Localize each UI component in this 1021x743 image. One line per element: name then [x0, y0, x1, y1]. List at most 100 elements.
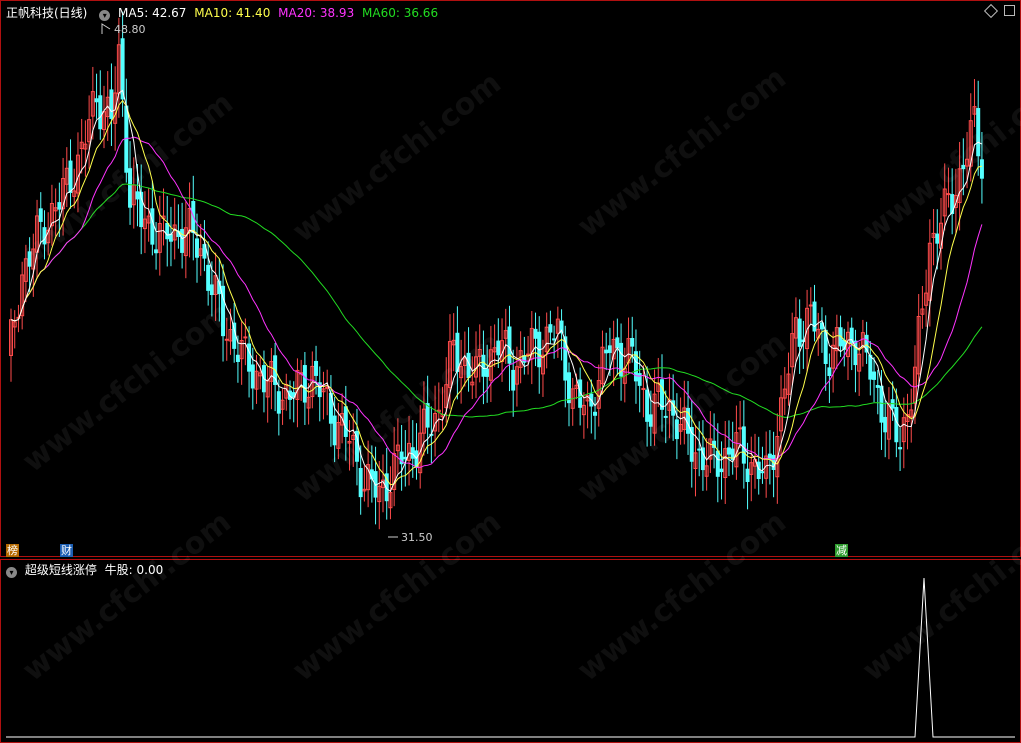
chevron-down-icon[interactable]: ▾ [6, 567, 17, 578]
candle-body [548, 324, 553, 333]
candle-body [976, 108, 981, 157]
candle-body [481, 354, 486, 377]
candle-body [94, 98, 99, 103]
candle-body [552, 338, 557, 341]
candle-body [883, 416, 888, 433]
candle-body [68, 160, 73, 193]
candle-body [738, 427, 743, 430]
indicator-chart[interactable] [0, 559, 1021, 743]
candle-body [455, 332, 460, 372]
candle-body [511, 369, 516, 391]
ma20-line [10, 136, 983, 469]
candle-body [243, 336, 248, 339]
candle-body [150, 208, 155, 245]
candle-body [648, 414, 653, 427]
candle-body [872, 371, 877, 380]
candle-body [645, 389, 650, 422]
candle-body [674, 419, 679, 440]
candle-body [38, 208, 43, 222]
candle-body [209, 284, 214, 296]
candle-body [250, 364, 255, 389]
finance-tag[interactable]: 财 [60, 544, 73, 557]
indicator-value: 牛股: 0.00 [104, 563, 164, 577]
candle-body [235, 354, 240, 362]
candle-body [935, 233, 940, 244]
candle-body [719, 468, 724, 473]
rank-tag[interactable]: 榜 [6, 544, 19, 557]
candle-body [607, 345, 612, 353]
indicator-line [6, 577, 1015, 738]
candle-body [879, 385, 884, 423]
ma60-label: MA60: 36.66 [362, 6, 439, 20]
candle-body [894, 407, 899, 443]
candle-body [120, 38, 125, 100]
panel-border [0, 559, 1021, 743]
candle-body [410, 447, 415, 459]
candle-body [57, 202, 62, 210]
candle-body [756, 461, 761, 480]
candle-body [206, 264, 211, 291]
candle-body [247, 343, 252, 372]
ma60-line [10, 183, 983, 418]
candle-body [128, 168, 133, 208]
candle-body [42, 227, 47, 245]
candle-body [109, 89, 114, 119]
candle-body [314, 360, 319, 376]
candle-body [726, 447, 731, 455]
candle-body [593, 411, 598, 416]
candle-body [745, 468, 750, 483]
candle-body [637, 373, 642, 386]
high-marker [101, 23, 111, 34]
candle-body [165, 222, 170, 240]
candles [9, 11, 984, 530]
candle-body [195, 238, 199, 258]
candle-body [154, 249, 159, 254]
candle-body [697, 448, 702, 451]
candle-body [168, 233, 173, 242]
low-price-label: 31.50 [401, 531, 433, 544]
candle-body [760, 471, 765, 474]
stock-title[interactable]: 正帆科技(日线) [6, 6, 87, 20]
maximize-icon[interactable] [1004, 5, 1015, 16]
indicator-name[interactable]: 超级短线涨停 [25, 563, 97, 577]
candle-body [827, 367, 832, 376]
reduce-tag[interactable]: 减 [835, 544, 848, 557]
candle-body [358, 468, 363, 498]
candle-body [946, 193, 951, 196]
ma20-label: MA20: 38.93 [278, 6, 355, 20]
candle-body [567, 372, 571, 404]
candlestick-chart[interactable]: 48.80 31.50 [0, 0, 1021, 557]
candle-body [27, 251, 32, 267]
candle-body [979, 159, 984, 179]
ma5-line [10, 89, 983, 493]
ma5-label: MA5: 42.67 [118, 6, 187, 20]
candle-body [630, 338, 635, 347]
price-chart-panel[interactable]: 48.80 31.50 正帆科技(日线) ▾ MA5: 42.67 MA10: 4… [0, 0, 1021, 557]
chevron-down-icon[interactable]: ▾ [99, 10, 111, 21]
ma10-line [10, 99, 983, 486]
panel-border [0, 0, 1021, 557]
candle-body [332, 415, 337, 446]
candle-body [496, 340, 501, 356]
candle-body [485, 368, 490, 377]
ma10-label: MA10: 41.40 [194, 6, 271, 20]
candle-body [507, 326, 512, 364]
candle-body [533, 328, 538, 339]
candle-body [961, 164, 966, 170]
candle-body [135, 191, 140, 200]
indicator-header: ▾ 超级短线涨停 牛股: 0.00 [6, 561, 167, 578]
candle-body [180, 228, 185, 253]
indicator-panel[interactable]: ▾ 超级短线涨停 牛股: 0.00 www.cfchi.com www.cfch… [0, 505, 1021, 743]
high-price-label: 48.80 [114, 23, 146, 36]
candle-body [98, 95, 103, 130]
candle-body [604, 349, 609, 354]
candle-body [898, 447, 903, 450]
candle-body [224, 338, 229, 341]
candle-body [425, 403, 430, 428]
candle-body [615, 337, 620, 349]
candle-body [663, 415, 668, 418]
candle-body [302, 365, 307, 403]
candle-body [715, 450, 720, 477]
main-header: 正帆科技(日线) ▾ MA5: 42.67 MA10: 41.40 MA20: … [6, 4, 442, 21]
candle-body [868, 354, 873, 380]
